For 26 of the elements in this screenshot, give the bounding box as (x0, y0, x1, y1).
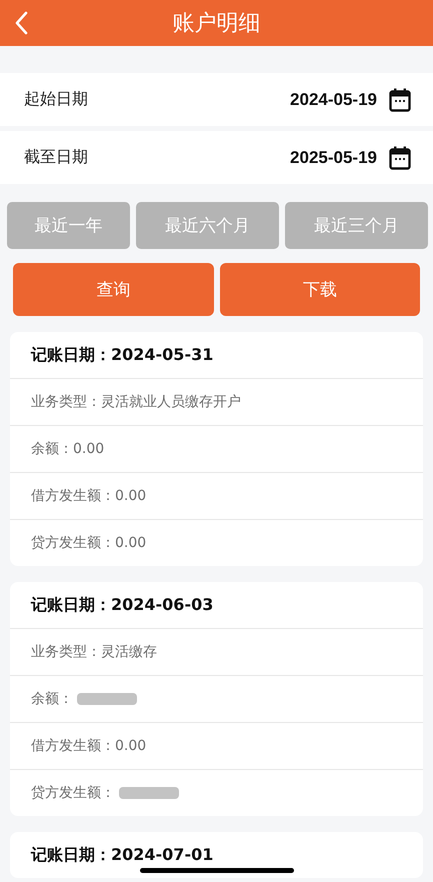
date-row[interactable]: 起始日期 2024-05-19 (0, 73, 433, 126)
record-date: 记账日期：2024-05-31 (31, 344, 214, 366)
date-value: 2025-05-19 (290, 148, 377, 168)
calendar-icon[interactable] (389, 146, 411, 170)
record-field-label: 余额： (31, 690, 73, 708)
action-button[interactable]: 查询 (13, 263, 214, 316)
back-icon[interactable] (14, 11, 28, 35)
record-field: 业务类型：灵活缴存 (31, 643, 157, 661)
period-button[interactable]: 最近三个月 (285, 202, 428, 249)
date-value: 2024-05-19 (290, 90, 377, 110)
record-date: 记账日期：2024-07-01 (31, 844, 214, 866)
date-label: 起始日期 (24, 89, 89, 110)
date-label: 截至日期 (24, 147, 89, 168)
date-row[interactable]: 截至日期 2025-05-19 (0, 131, 433, 184)
record-field: 余额：0.00 (31, 440, 104, 458)
record-field: 业务类型：灵活就业人员缴存开户 (31, 393, 241, 411)
record-field: 贷方发生额：0.00 (31, 534, 146, 552)
record-field: 借方发生额：0.00 (31, 737, 146, 755)
period-button[interactable]: 最近六个月 (136, 202, 279, 249)
record-date: 记账日期：2024-06-03 (31, 594, 214, 616)
page-title: 账户明细 (172, 10, 260, 38)
period-button[interactable]: 最近一年 (7, 202, 130, 249)
action-button[interactable]: 下载 (220, 263, 420, 316)
record-field-label: 贷方发生额： (31, 784, 115, 802)
calendar-icon[interactable] (389, 88, 411, 112)
record-field: 借方发生额：0.00 (31, 487, 146, 505)
